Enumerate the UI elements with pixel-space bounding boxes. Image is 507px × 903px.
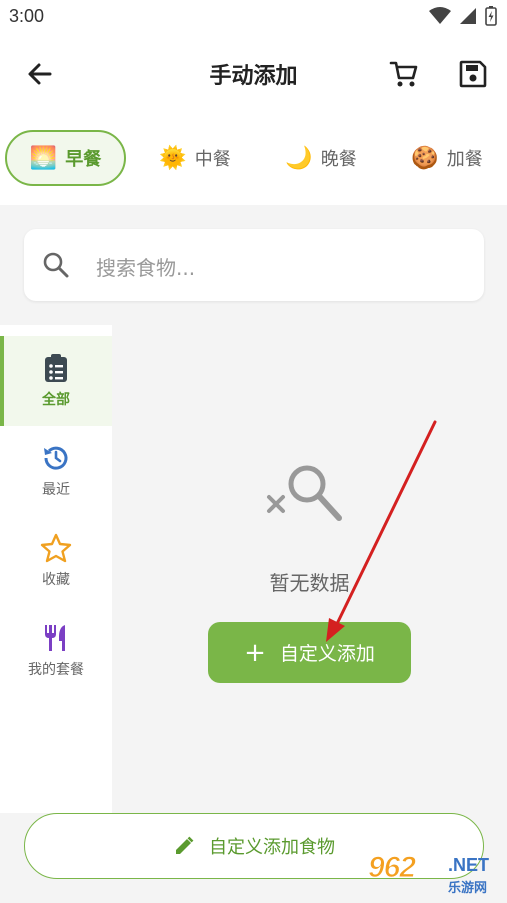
fork-knife-icon bbox=[45, 625, 65, 651]
search-icon bbox=[43, 252, 69, 278]
cart-icon bbox=[389, 61, 418, 87]
sidebar-item-label: 全部 bbox=[42, 392, 70, 408]
status-bar: 3:00 bbox=[0, 0, 507, 36]
app-bar: 手动添加 bbox=[0, 40, 507, 110]
page-title: 手动添加 bbox=[209, 64, 298, 89]
watermark-net: .NET bbox=[448, 855, 490, 875]
sidebar-item-favorites[interactable]: 收藏 bbox=[0, 516, 112, 606]
custom-add-button[interactable]: + 自定义添加 bbox=[208, 622, 411, 683]
save-icon bbox=[459, 60, 487, 88]
star-icon bbox=[40, 533, 72, 563]
empty-state-text: 暂无数据 bbox=[269, 571, 350, 595]
status-time: 3:00 bbox=[9, 6, 45, 26]
cart-button[interactable] bbox=[386, 56, 422, 92]
sidebar-item-label: 最近 bbox=[42, 482, 70, 498]
sidebar-item-label: 我的套餐 bbox=[28, 662, 84, 678]
save-button[interactable] bbox=[455, 56, 491, 92]
site-watermark: 962 .NET 乐游网 bbox=[367, 851, 502, 899]
meal-tabs: 🌅 早餐 🌞 中餐 🌙 晚餐 🍪 加餐 bbox=[0, 128, 507, 190]
tab-dinner[interactable]: 🌙 晚餐 bbox=[266, 130, 376, 186]
moon-icon: 🌙 bbox=[285, 145, 313, 171]
watermark-sub: 乐游网 bbox=[448, 881, 488, 896]
watermark-main: 962 bbox=[367, 851, 416, 885]
pencil-icon bbox=[176, 836, 194, 854]
plus-icon: + bbox=[244, 637, 266, 668]
status-icons bbox=[429, 6, 497, 26]
cookie-icon: 🍪 bbox=[411, 145, 439, 171]
sidebar-item-all[interactable]: 全部 bbox=[0, 336, 112, 426]
tab-label: 加餐 bbox=[446, 149, 483, 170]
sunrise-icon: 🌅 bbox=[29, 145, 58, 171]
tab-lunch[interactable]: 🌞 中餐 bbox=[140, 130, 250, 186]
tab-snack[interactable]: 🍪 加餐 bbox=[392, 130, 502, 186]
sidebar-item-recent[interactable]: 最近 bbox=[0, 426, 112, 516]
custom-add-label: 自定义添加 bbox=[279, 643, 375, 665]
search-off-icon bbox=[267, 465, 342, 521]
tab-label: 晚餐 bbox=[320, 149, 357, 170]
tab-label: 中餐 bbox=[194, 149, 231, 170]
history-icon bbox=[44, 446, 68, 470]
content-area: 搜索食物... 全部 最近 收藏 我的套餐 暂无数据 + 自定义添加 bbox=[0, 205, 507, 903]
wifi-icon bbox=[429, 7, 451, 24]
custom-add-food-label: 自定义添加食物 bbox=[209, 837, 335, 858]
tab-label: 早餐 bbox=[65, 149, 102, 170]
sidebar-item-label: 收藏 bbox=[42, 572, 70, 588]
search-input[interactable]: 搜索食物... bbox=[24, 229, 484, 301]
search-placeholder: 搜索食物... bbox=[96, 256, 196, 280]
signal-icon bbox=[460, 8, 476, 24]
tab-breakfast[interactable]: 🌅 早餐 bbox=[5, 130, 126, 186]
clipboard-list-icon bbox=[45, 354, 67, 382]
sidebar-item-my-combos[interactable]: 我的套餐 bbox=[0, 606, 112, 696]
sun-icon: 🌞 bbox=[159, 145, 187, 171]
category-sidebar: 全部 最近 收藏 我的套餐 bbox=[0, 325, 112, 813]
battery-icon bbox=[485, 6, 497, 26]
